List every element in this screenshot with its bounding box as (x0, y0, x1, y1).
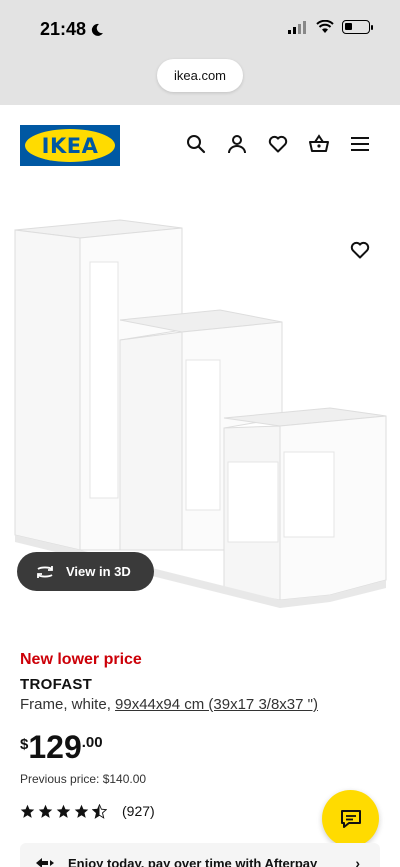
afterpay-icon (36, 858, 54, 867)
url-text: ikea.com (173, 68, 227, 83)
price-integer: 129 (28, 729, 82, 765)
rotate-3d-icon (37, 565, 53, 578)
product-rating[interactable]: (927) (20, 803, 155, 819)
chat-button[interactable] (322, 790, 379, 847)
chat-icon (340, 809, 361, 828)
wifi-icon (316, 20, 334, 33)
price-currency: $ (20, 736, 29, 753)
new-lower-price-badge: New lower price (20, 651, 142, 668)
view-in-3d-button[interactable]: View in 3D (17, 552, 154, 591)
status-time: 21:48 (40, 19, 104, 40)
logo-text: IKEA (41, 133, 99, 158)
status-icons (288, 20, 373, 34)
star-icon (56, 804, 71, 818)
status-time-text: 21:48 (40, 19, 87, 39)
menu-icon[interactable] (350, 134, 370, 154)
chevron-right-icon: › (355, 855, 360, 867)
site-header: IKEA (0, 105, 400, 190)
star-half-icon (92, 803, 107, 819)
review-count: (927) (122, 803, 155, 819)
star-icon (38, 804, 53, 818)
search-icon[interactable] (186, 134, 206, 154)
heart-icon[interactable] (268, 134, 288, 154)
previous-price: Previous price: $140.00 (20, 772, 147, 786)
account-icon[interactable] (227, 134, 247, 154)
battery-icon (342, 20, 373, 34)
star-icon (20, 804, 35, 818)
basket-icon[interactable] (309, 134, 329, 154)
product-type: Frame, white, (20, 696, 111, 713)
afterpay-banner[interactable]: Enjoy today, pay over time with Afterpay… (20, 843, 380, 867)
moon-icon (91, 23, 104, 36)
logo-oval: IKEA (25, 129, 115, 162)
price-decimal: .00 (81, 734, 103, 751)
url-bar[interactable]: ikea.com (157, 59, 243, 92)
afterpay-text: Enjoy today, pay over time with Afterpay (68, 855, 318, 867)
browser-chrome: 21:48 ikea.com (0, 0, 400, 105)
ikea-logo[interactable]: IKEA (20, 125, 120, 166)
product-dimensions-link[interactable]: 99x44x94 cm (39x17 3/8x37 ") (115, 696, 318, 713)
signal-icon (288, 21, 306, 34)
product-name: TROFAST (20, 676, 93, 693)
favorite-heart-icon[interactable] (350, 240, 370, 260)
star-icon (74, 804, 89, 818)
product-description: Frame, white, 99x44x94 cm (39x17 3/8x37 … (20, 696, 318, 713)
header-nav (186, 134, 370, 154)
product-price: $ 129 .00 (20, 731, 103, 763)
view-in-3d-label: View in 3D (66, 564, 131, 579)
